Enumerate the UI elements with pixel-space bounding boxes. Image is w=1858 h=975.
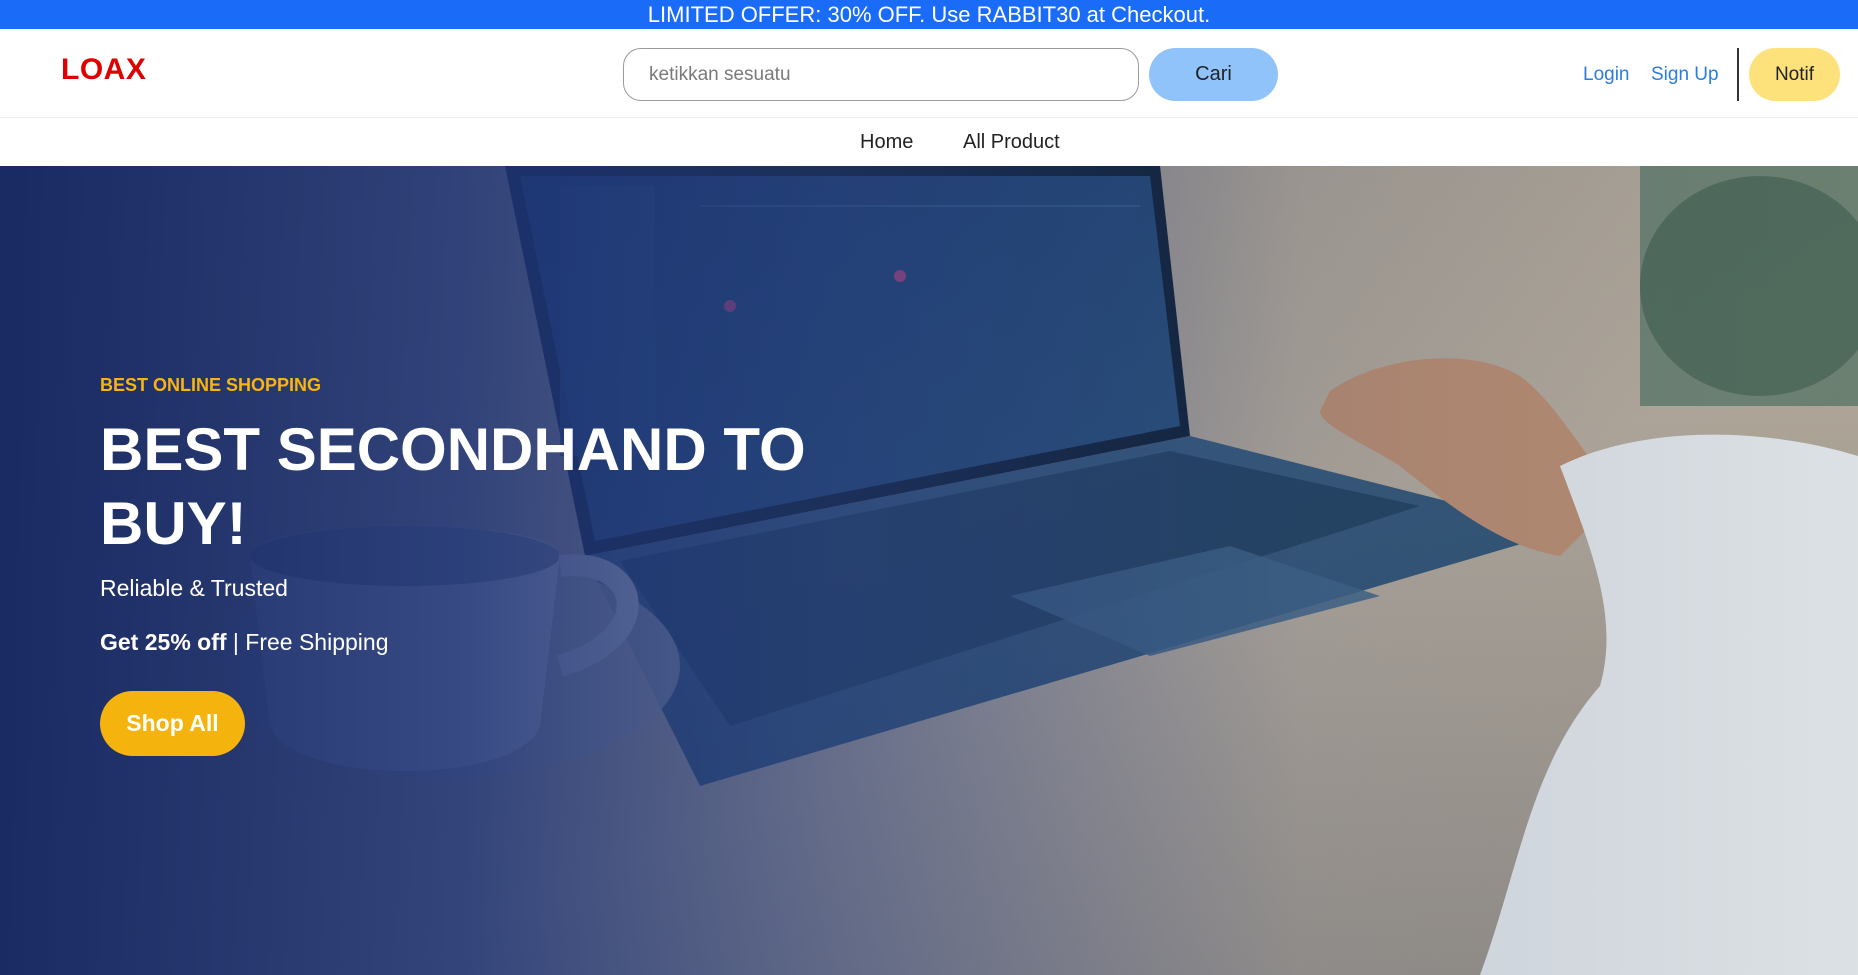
search-button[interactable]: Cari [1149,48,1278,101]
header-divider [1737,48,1739,101]
signup-link[interactable]: Sign Up [1651,64,1719,86]
hero-title: BEST SECONDHAND TO BUY! [100,416,806,557]
nav-item-home[interactable]: Home [860,131,913,154]
login-link[interactable]: Login [1583,64,1630,86]
hero-subtitle: Reliable & Trusted [100,575,288,601]
nav-item-all-product[interactable]: All Product [963,131,1060,154]
hero-offer-shipping: | Free Shipping [226,629,389,655]
promo-text: LIMITED OFFER: 30% OFF. Use RABBIT30 at … [647,1,1211,27]
hero-eyebrow: BEST ONLINE SHOPPING [100,375,322,395]
logo[interactable]: LOAX [61,53,146,87]
search-input[interactable] [623,48,1139,101]
notif-button[interactable]: Notif [1749,48,1840,101]
main-nav: Home All Product [0,118,1858,166]
promo-banner: LIMITED OFFER: 30% OFF. Use RABBIT30 at … [0,0,1858,29]
site-header: LOAX Cari Login Sign Up Notif [0,29,1858,118]
hero-offer-discount: Get 25% off [100,629,227,655]
hero-overlay [0,166,1858,975]
shop-all-button[interactable]: Shop All [100,691,245,756]
hero-offer: Get 25% off | Free Shipping [100,629,389,656]
hero-banner: BEST ONLINE SHOPPING BEST SECONDHAND TO … [0,166,1858,975]
